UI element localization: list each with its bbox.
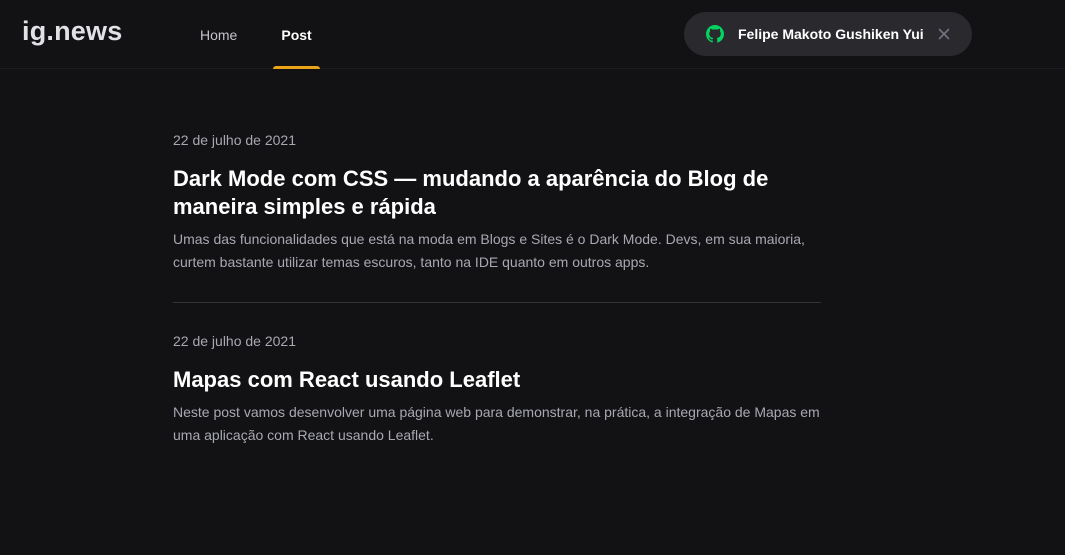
post-date: 22 de julho de 2021 [173, 333, 296, 349]
post-title[interactable]: Mapas com React usando Leaflet [173, 366, 821, 394]
post-excerpt: Neste post vamos desenvolver uma página … [173, 404, 820, 443]
post-date: 22 de julho de 2021 [173, 132, 296, 148]
github-icon [706, 25, 724, 43]
posts-list: 22 de julho de 2021 Dark Mode com CSS — … [173, 130, 821, 447]
post-title[interactable]: Dark Mode com CSS — mudando a aparência … [173, 165, 821, 221]
main-nav: Home Post [192, 0, 321, 69]
nav-link-home[interactable]: Home [192, 0, 245, 69]
post-excerpt: Umas das funcionalidades que está na mod… [173, 231, 805, 270]
sign-in-button[interactable]: Felipe Makoto Gushiken Yui [684, 12, 972, 56]
post-item[interactable]: 22 de julho de 2021 Dark Mode com CSS — … [173, 130, 821, 274]
nav-link-post[interactable]: Post [273, 0, 321, 69]
user-name: Felipe Makoto Gushiken Yui [738, 26, 924, 42]
site-header: ig.news Home Post Felipe Makoto Gushiken… [0, 0, 1065, 69]
post-item[interactable]: 22 de julho de 2021 Mapas com React usan… [173, 302, 821, 447]
close-icon[interactable] [938, 28, 950, 40]
logo[interactable]: ig.news [22, 16, 122, 47]
